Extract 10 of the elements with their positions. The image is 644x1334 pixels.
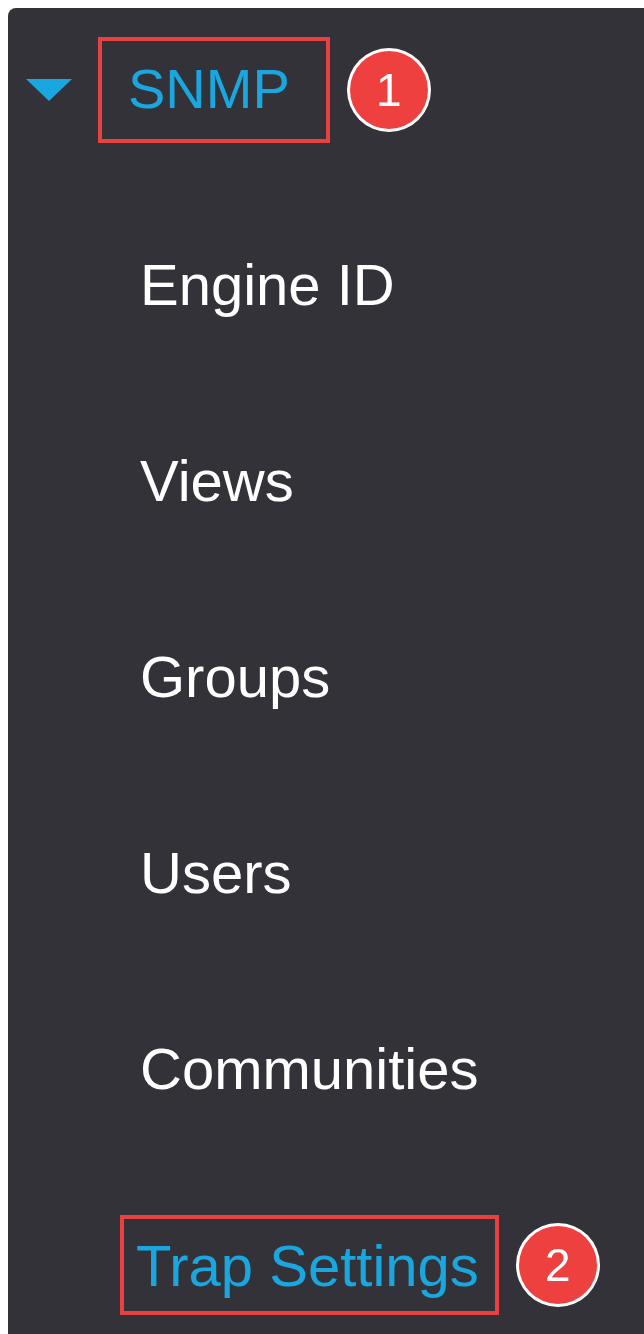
- menu-item[interactable]: Views: [120, 448, 314, 514]
- step-badge: 1: [349, 51, 428, 129]
- menu-item[interactable]: Groups: [120, 644, 351, 710]
- menu-item[interactable]: Engine ID: [120, 252, 415, 318]
- step-badge: 2: [518, 1226, 597, 1304]
- menu-heading[interactable]: SNMP: [98, 37, 330, 143]
- menu-item[interactable]: Communities: [120, 1036, 499, 1102]
- menu-item[interactable]: Trap Settings: [120, 1215, 499, 1315]
- caret-icon[interactable]: [26, 79, 72, 101]
- menu-item[interactable]: Users: [120, 840, 312, 906]
